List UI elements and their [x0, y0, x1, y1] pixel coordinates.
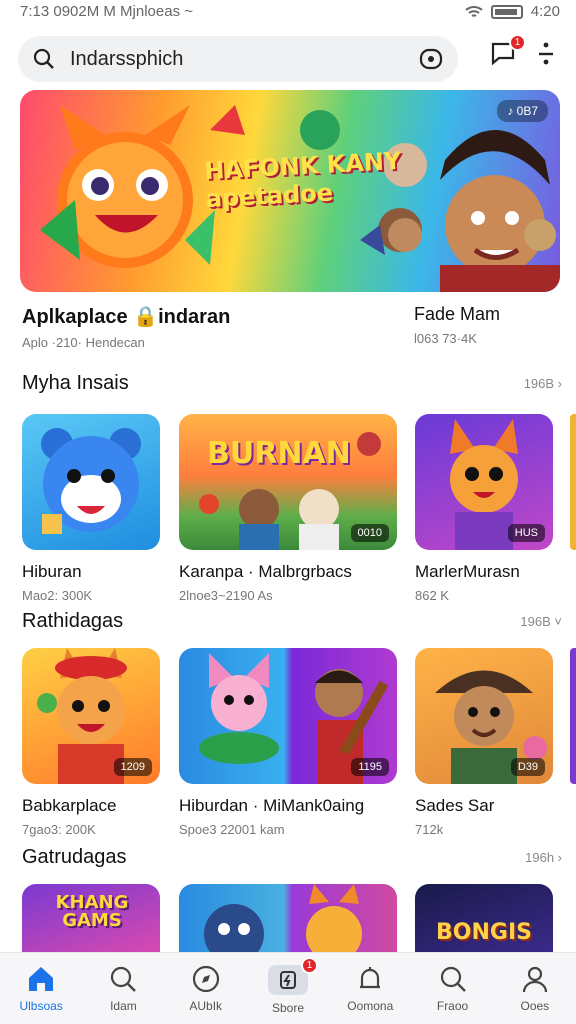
app-name: Hiburdan · MiMank0aing — [179, 796, 365, 815]
bear-art — [41, 428, 141, 534]
app-meta: 712k — [415, 822, 444, 837]
see-more-link[interactable]: 196B ˅ — [520, 614, 562, 629]
nav-item-profile[interactable]: Ooes — [494, 953, 576, 1024]
app-thumbnail — [22, 414, 160, 550]
more-button[interactable] — [536, 40, 556, 66]
header-actions: 1 — [490, 34, 556, 66]
see-more-link[interactable]: 196h › — [525, 850, 562, 865]
app-thumbnail: 1195 — [179, 648, 397, 784]
app-thumbnail: D39 — [415, 648, 553, 784]
app-meta: 2lnoe3~2190 As — [179, 588, 273, 603]
nav-label: AUbIk — [189, 999, 223, 1013]
see-more-link[interactable]: 196B › — [524, 376, 562, 391]
home-icon — [29, 967, 54, 991]
bottom-navigation: Ulbsoas Idam AUbIk 1 Sbore Oomona Fraoo … — [0, 952, 576, 1024]
banner-title: HAFONK KANY apetadoe — [204, 147, 404, 213]
section-header: Myha Insais 196B › — [22, 372, 562, 395]
nav-item-find[interactable]: Fraoo — [411, 953, 493, 1024]
section-title: Gatrudagas — [22, 846, 127, 868]
featured-right[interactable]: Fade Mam l063 73·4K — [414, 304, 500, 346]
app-badge: 0010 — [350, 524, 389, 542]
next-card-peek — [570, 648, 576, 784]
store-badge: 1 — [300, 957, 318, 974]
app-thumbnail: 1209 — [22, 648, 160, 784]
status-left-text: 7:13 0902M M Mjnloeas ~ — [20, 3, 194, 20]
search-bar[interactable]: Indarssphich — [18, 36, 458, 82]
nav-item-home[interactable]: Ulbsoas — [0, 953, 82, 1024]
person-icon — [522, 966, 547, 993]
section-title: Myha Insais — [22, 372, 129, 394]
battery-icon — [490, 4, 523, 19]
lens-icon[interactable] — [418, 46, 444, 72]
notifications-button[interactable]: 1 — [490, 34, 526, 66]
search-icon — [111, 966, 137, 992]
app-card[interactable] — [179, 884, 397, 952]
featured-right-name: Fade Mam — [414, 304, 501, 324]
nav-label: Sbore — [271, 1001, 304, 1015]
nav-item-notifications[interactable]: Oomona — [329, 953, 411, 1024]
status-right: 4:20 — [465, 3, 560, 20]
section-header: Rathidagas 196B ˅ — [22, 610, 562, 633]
tile-title-art: KHANG GAMS — [55, 892, 129, 931]
featured-app-row: Aplkaplace 🔒indaran Aplo ·210· Hendecan … — [22, 304, 562, 350]
app-name: Sades Sar — [415, 796, 495, 815]
app-card[interactable]: KHANG GAMS — [22, 884, 160, 952]
app-badge: HUS — [507, 524, 545, 542]
app-meta: Spoe3 22001 kam — [179, 822, 285, 837]
search-input[interactable]: Indarssphich — [70, 48, 418, 71]
banner-audio-pill[interactable]: ♪ 0B7 — [497, 100, 548, 122]
next-card-peek — [570, 414, 576, 550]
bolt-icon — [279, 971, 296, 989]
app-thumbnail — [179, 884, 397, 952]
app-badge: 1209 — [113, 758, 152, 776]
wifi-icon — [465, 5, 483, 17]
nav-label: Oomona — [347, 999, 394, 1013]
app-name: Babkarplace — [22, 796, 117, 815]
store-icon: 1 — [267, 957, 318, 995]
notification-badge: 1 — [509, 34, 526, 51]
nav-label: Fraoo — [436, 999, 469, 1013]
app-card[interactable]: BURNAN 0010 Karanpa · Malbrgrbacs 2lnoe3… — [179, 414, 397, 603]
app-badge: 1195 — [351, 758, 389, 776]
section-title: Rathidagas — [22, 610, 124, 632]
nav-label: Idam — [110, 999, 137, 1013]
nav-item-explore[interactable]: AUbIk — [165, 953, 247, 1024]
app-thumbnail: BONGIS — [415, 884, 553, 952]
app-meta: 7gao3: 200K — [22, 822, 96, 837]
status-time: 4:20 — [530, 3, 560, 20]
more-vert-icon — [539, 42, 553, 65]
app-thumbnail: KHANG GAMS — [22, 884, 160, 952]
tile-title-art: BURNAN — [207, 436, 351, 471]
app-card[interactable]: D39 Sades Sar 712k — [415, 648, 553, 837]
app-badge: D39 — [510, 758, 545, 776]
featured-banner[interactable]: HAFONK KANY apetadoe ♪ 0B7 — [20, 90, 560, 292]
bell-icon — [360, 967, 381, 989]
tile-title-art: BONGIS — [436, 920, 532, 945]
nav-label: Ooes — [520, 999, 550, 1013]
app-card[interactable]: BONGIS — [415, 884, 553, 952]
app-meta: 862 K — [415, 588, 449, 603]
app-name: Karanpa · Malbrgrbacs — [179, 562, 352, 581]
app-thumbnail: HUS — [415, 414, 553, 550]
creatures-art — [204, 884, 362, 952]
nav-label: Ulbsoas — [19, 999, 63, 1013]
app-card[interactable]: Hiburan Mao2: 300K — [22, 414, 160, 603]
nav-item-store[interactable]: 1 Sbore — [247, 953, 329, 1024]
app-card[interactable]: 1209 Babkarplace 7gao3: 200K — [22, 648, 160, 837]
nav-item-search[interactable]: Idam — [82, 953, 164, 1024]
app-meta: Mao2: 300K — [22, 588, 93, 603]
search-icon — [440, 966, 466, 992]
compass-icon — [192, 965, 219, 993]
section-header: Gatrudagas 196h › — [22, 846, 562, 869]
app-name: Hiburan — [22, 562, 82, 581]
app-thumbnail: BURNAN 0010 — [179, 414, 397, 550]
featured-right-sub: l063 73·4K — [414, 331, 477, 346]
search-icon — [33, 48, 54, 69]
app-card[interactable]: HUS MarlerMurasn 862 K — [415, 414, 553, 603]
app-card[interactable]: 1195 Hiburdan · MiMank0aing Spoe3 22001 … — [179, 648, 397, 837]
app-name: MarlerMurasn — [415, 562, 520, 581]
status-bar: 7:13 0902M M Mjnloeas ~ 4:20 — [0, 0, 576, 26]
